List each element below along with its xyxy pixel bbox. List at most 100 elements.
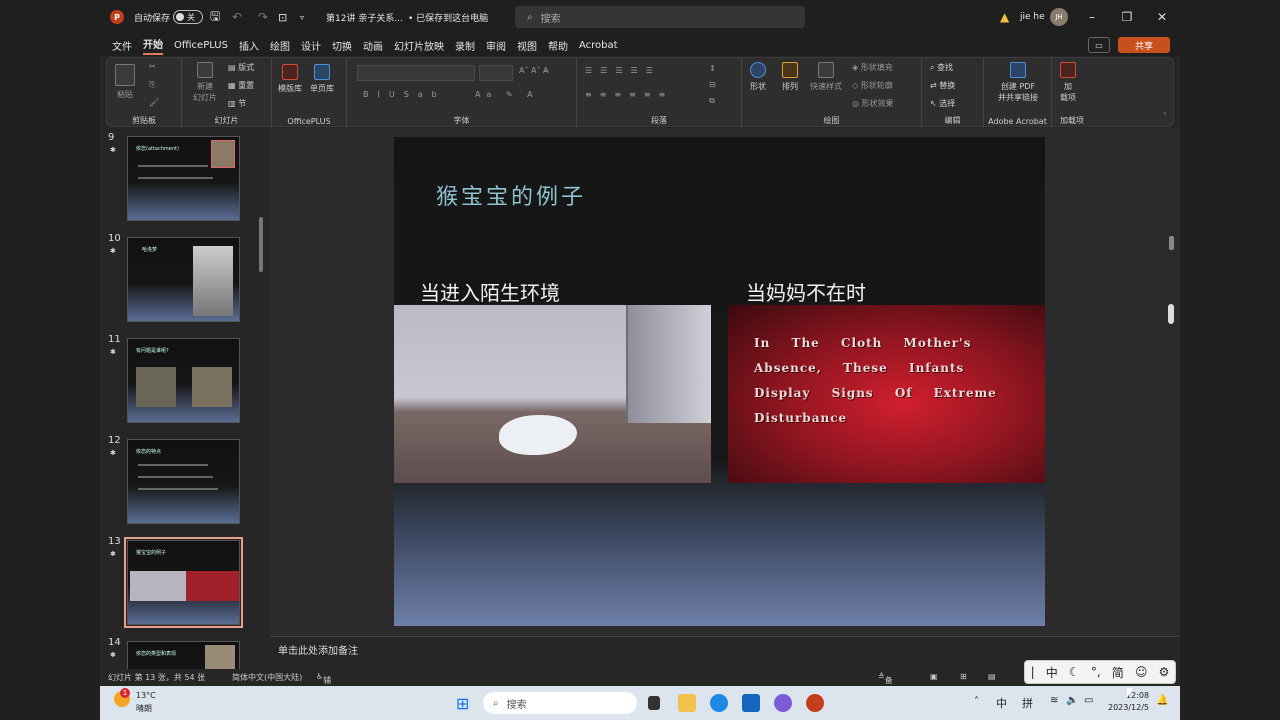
tab-acrobat[interactable]: Acrobat: [579, 40, 618, 51]
thumbnails-scrollbar[interactable]: [258, 132, 264, 662]
shapes-button[interactable]: 形状: [750, 62, 766, 92]
wifi-icon[interactable]: ≋: [1050, 695, 1058, 706]
powerpoint-taskbar-icon[interactable]: [806, 694, 824, 712]
strange-environment-image[interactable]: [394, 305, 711, 483]
template-library-button[interactable]: 模版库: [278, 64, 302, 94]
notification-bell-icon[interactable]: 🔔: [1156, 695, 1168, 706]
user-avatar[interactable]: JH: [1050, 0, 1068, 34]
task-view-icon[interactable]: [648, 696, 660, 710]
create-pdf-button[interactable]: 创建 PDF 并共享链接: [990, 62, 1046, 103]
copilot-icon[interactable]: [774, 694, 792, 712]
align-text-icon[interactable]: ⊟: [709, 80, 716, 89]
file-explorer-icon[interactable]: [678, 694, 696, 712]
slide-title[interactable]: 猴宝宝的例子: [436, 179, 586, 211]
slide-thumbnail-selected[interactable]: 猴宝宝的例子: [124, 537, 243, 628]
find-button[interactable]: ⌕ 查找: [930, 62, 953, 73]
ime-simplified[interactable]: 简: [1112, 664, 1124, 681]
edge-browser-icon[interactable]: [710, 694, 728, 712]
tab-file[interactable]: 文件: [112, 38, 132, 53]
caption-left[interactable]: 当进入陌生环境: [420, 277, 560, 306]
clock-date[interactable]: 2023/12/5: [1108, 703, 1149, 712]
warning-icon[interactable]: ▲: [1000, 0, 1009, 34]
undo-icon[interactable]: ↶: [232, 0, 242, 34]
tab-record[interactable]: 录制: [455, 38, 475, 53]
tab-slideshow[interactable]: 幻灯片放映: [394, 38, 444, 53]
font-size-select[interactable]: [479, 65, 513, 81]
current-slide[interactable]: 猴宝宝的例子 当进入陌生环境 当妈妈不在时 In The Cloth Mothe…: [394, 137, 1045, 626]
notes-toggle[interactable]: ≜ 备注: [878, 672, 893, 696]
reset-button[interactable]: ▦ 重置: [228, 80, 254, 91]
section-button[interactable]: ▥ 节: [228, 98, 246, 109]
arrange-button[interactable]: 排列: [782, 62, 798, 92]
present-icon[interactable]: ⊡: [278, 0, 287, 34]
emoji-icon[interactable]: ☺: [1135, 665, 1148, 679]
cut-icon[interactable]: ✂: [149, 62, 156, 71]
slide-thumbnail[interactable]: 依恋的类型和表现: [127, 641, 240, 670]
replace-button[interactable]: ⇄ 替换: [930, 80, 955, 91]
tab-animations[interactable]: 动画: [363, 38, 383, 53]
font-format-icons[interactable]: BIUSab: [363, 90, 446, 99]
minimize-button[interactable]: –: [1075, 0, 1109, 34]
tab-draw[interactable]: 绘图: [270, 38, 290, 53]
slide-thumbnail[interactable]: 哈洛梦: [127, 237, 240, 322]
autosave-toggle[interactable]: 关: [173, 0, 203, 34]
store-app-icon[interactable]: [742, 694, 760, 712]
slide-thumbnail[interactable]: 依恋的特点: [127, 439, 240, 524]
single-page-library-button[interactable]: 单页库: [310, 64, 334, 94]
normal-view-icon[interactable]: ▣: [930, 672, 938, 681]
tab-transitions[interactable]: 切换: [332, 38, 352, 53]
list-icons[interactable]: ☰☰☰☰☰: [585, 66, 661, 75]
slide-thumbnail[interactable]: 依恋(attachment): [127, 136, 240, 221]
close-button[interactable]: ✕: [1145, 0, 1179, 34]
tab-home[interactable]: 开始: [143, 36, 163, 55]
tab-help[interactable]: 帮助: [548, 38, 568, 53]
tab-insert[interactable]: 插入: [239, 38, 259, 53]
language-indicator[interactable]: 简体中文(中国大陆): [232, 672, 302, 683]
save-icon[interactable]: 🖫: [210, 0, 220, 34]
reading-view-icon[interactable]: ▤: [988, 672, 996, 681]
tab-design[interactable]: 设计: [301, 38, 321, 53]
tray-ime-lang[interactable]: 中: [996, 695, 1007, 711]
text-direction-icon[interactable]: ↕: [709, 64, 716, 73]
new-slide-button[interactable]: 新建 幻灯片: [188, 62, 222, 103]
editor-scrollbar[interactable]: [1166, 128, 1180, 636]
ime-settings-icon[interactable]: ⚙: [1159, 665, 1170, 679]
slide-thumbnail[interactable]: 有问题是谁呢?: [127, 338, 240, 423]
caption-right[interactable]: 当妈妈不在时: [746, 277, 866, 306]
weather-temp[interactable]: 13°C: [136, 691, 156, 700]
document-title[interactable]: 第12讲 亲子关系...: [326, 0, 403, 34]
cloth-mother-absence-image[interactable]: In The Cloth Mother's Absence, These Inf…: [728, 305, 1045, 483]
maximize-button[interactable]: ❐: [1110, 0, 1144, 34]
tray-overflow-icon[interactable]: ˄: [974, 696, 979, 707]
shape-fill-button[interactable]: ◈ 形状填充: [852, 62, 893, 73]
layout-button[interactable]: ▤ 版式: [228, 62, 254, 73]
share-button[interactable]: 共享: [1118, 37, 1170, 53]
align-icons[interactable]: ≡≡≡≡≡≡: [585, 90, 673, 99]
punctuation-icon[interactable]: °,: [1091, 665, 1101, 679]
customize-qat-icon[interactable]: ▿: [300, 0, 304, 34]
weather-desc[interactable]: 晴朗: [136, 703, 152, 714]
tab-view[interactable]: 视图: [517, 38, 537, 53]
save-status[interactable]: • 已保存到这台电脑: [408, 0, 488, 34]
format-painter-icon[interactable]: 🖌: [149, 98, 159, 107]
select-button[interactable]: ↖ 选择: [930, 98, 955, 109]
paste-button[interactable]: 粘贴: [115, 64, 135, 100]
quick-style-button[interactable]: 快速样式: [810, 62, 842, 92]
addins-button[interactable]: 加 载项: [1060, 62, 1076, 103]
user-name[interactable]: jie he: [1020, 0, 1045, 34]
shape-effect-button[interactable]: ◎ 形状效果: [852, 98, 894, 109]
search-box[interactable]: ⌕ 搜索: [515, 6, 805, 28]
battery-icon[interactable]: ▭: [1084, 695, 1093, 706]
thumbnails-scroll-thumb[interactable]: [259, 217, 263, 272]
ime-lang[interactable]: 中: [1046, 664, 1058, 681]
ribbon-collapse-icon[interactable]: ˅: [1163, 112, 1167, 121]
slide-sorter-icon[interactable]: ⊞: [960, 672, 967, 681]
shape-outline-button[interactable]: ◇ 形状轮廓: [852, 80, 893, 91]
tray-ime-mode[interactable]: 拼: [1022, 695, 1033, 711]
tab-officeplus[interactable]: OfficePLUS: [174, 40, 228, 51]
smartart-icon[interactable]: ⧉: [709, 96, 715, 106]
taskbar-search[interactable]: ⌕ 搜索: [483, 692, 637, 714]
copy-icon[interactable]: ⎘: [149, 80, 155, 90]
font-name-select[interactable]: [357, 65, 475, 81]
volume-icon[interactable]: 🔈: [1066, 695, 1078, 706]
